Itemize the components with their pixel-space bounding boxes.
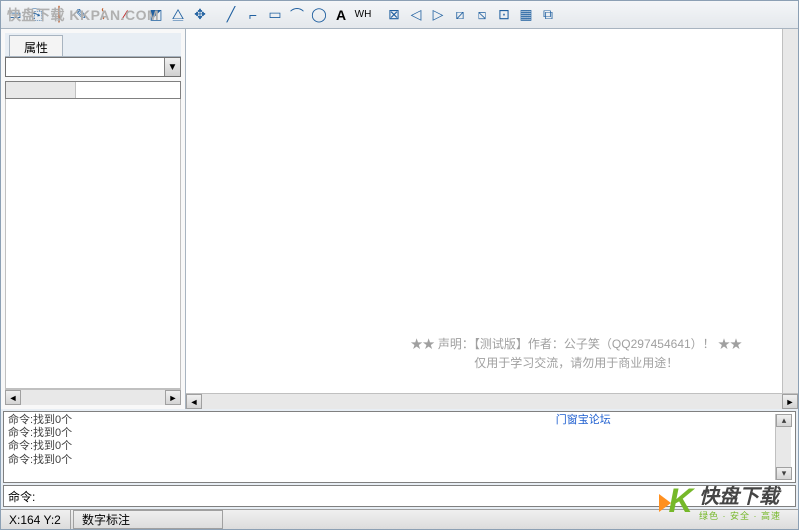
- tool-arc-icon[interactable]: ⌒: [287, 5, 307, 25]
- tool-pencil-icon[interactable]: ✎: [71, 5, 91, 25]
- console-line: 命令:找到0个: [8, 427, 392, 440]
- tab-properties[interactable]: 属性: [9, 35, 63, 56]
- tool-separator-icon[interactable]: ⎮: [49, 5, 69, 25]
- tool-flip1-icon[interactable]: ⊠: [384, 5, 404, 25]
- console-line: 命令:找到0个: [8, 440, 392, 453]
- canvas-vscroll[interactable]: [782, 29, 798, 393]
- tool-flip7-icon[interactable]: ⧉: [538, 5, 558, 25]
- tool-polyline-icon[interactable]: ⌐: [243, 5, 263, 25]
- canvas-hscroll: ◄ ►: [186, 393, 798, 409]
- property-list: [5, 99, 181, 389]
- toolbar-separator: [214, 5, 217, 25]
- canvas-msg-line2: 仅用于学习交流，请勿用于商业用途！: [411, 354, 742, 373]
- console-content: 命令:找到0个 命令:找到0个 命令:找到0个 命令:找到0个 门窗宝论坛 ▴ …: [4, 412, 795, 482]
- toolbar: 快盘下载 KKPAN.COM ▭ ⎘ ⎮ ✎ ⌇ ∕ ◩ ⧋ ✥ ╱ ⌐ ▭ ⌒…: [1, 1, 798, 29]
- tool-flip4-icon[interactable]: ⧄: [450, 5, 470, 25]
- canvas-msg-line1: ★★ 声明：【测试版】作者：公子笑（QQ297454641）！ ★★: [411, 335, 742, 354]
- forum-link[interactable]: 门窗宝论坛: [392, 414, 776, 480]
- toolbar-separator: [139, 5, 142, 25]
- property-name-cell[interactable]: [6, 82, 76, 98]
- tool-circle-icon[interactable]: ◯: [309, 5, 329, 25]
- scroll-down-icon[interactable]: ▾: [776, 467, 792, 480]
- tool-mirror-icon[interactable]: ⧋: [168, 5, 188, 25]
- console: 命令:找到0个 命令:找到0个 命令:找到0个 命令:找到0个 门窗宝论坛 ▴ …: [3, 411, 796, 483]
- middle-area: 属性 ▼ ◄ ► ★★ 声明：【测试版】作者：公子笑（QQ297454641）！…: [1, 29, 798, 409]
- status-mode: 数字标注: [73, 510, 223, 529]
- status-bar: X:164 Y:2 数字标注: [1, 509, 798, 529]
- tool-grid-icon[interactable]: ▦: [516, 5, 536, 25]
- sidebar: 属性 ▼ ◄ ►: [1, 29, 186, 409]
- property-value-cell[interactable]: [76, 82, 180, 98]
- console-output: 命令:找到0个 命令:找到0个 命令:找到0个 命令:找到0个: [8, 414, 392, 480]
- tool-line-icon[interactable]: ╱: [221, 5, 241, 25]
- sidebar-tabs: 属性: [5, 33, 181, 57]
- toolbar-separator: [377, 5, 380, 25]
- property-dropdown[interactable]: ▼: [5, 57, 181, 77]
- drawing-canvas[interactable]: ★★ 声明：【测试版】作者：公子笑（QQ297454641）！ ★★ 仅用于学习…: [186, 29, 782, 393]
- canvas-message: ★★ 声明：【测试版】作者：公子笑（QQ297454641）！ ★★ 仅用于学习…: [411, 335, 742, 373]
- console-line: 命令:找到0个: [8, 454, 392, 467]
- canvas-area: ★★ 声明：【测试版】作者：公子笑（QQ297454641）！ ★★ 仅用于学习…: [186, 29, 798, 409]
- tool-brush-icon[interactable]: ⌇: [93, 5, 113, 25]
- tool-copy-icon[interactable]: ⎘: [27, 5, 47, 25]
- tool-redline-icon[interactable]: ∕: [115, 5, 135, 25]
- tool-move-icon[interactable]: ✥: [190, 5, 210, 25]
- tool-box-icon[interactable]: ▭: [5, 5, 25, 25]
- command-line: 命令:: [3, 485, 796, 507]
- scroll-right-icon[interactable]: ►: [782, 394, 798, 409]
- scroll-right-icon[interactable]: ►: [165, 390, 181, 405]
- tool-text-icon[interactable]: A: [331, 5, 351, 25]
- tool-hatch-icon[interactable]: ◩: [146, 5, 166, 25]
- tool-dimension-icon[interactable]: WH: [353, 5, 373, 25]
- scroll-left-icon[interactable]: ◄: [186, 394, 202, 409]
- scroll-left-icon[interactable]: ◄: [5, 390, 21, 405]
- tool-flip6-icon[interactable]: ⊡: [494, 5, 514, 25]
- tool-flip2-icon[interactable]: ◁: [406, 5, 426, 25]
- tool-flip3-icon[interactable]: ▷: [428, 5, 448, 25]
- canvas-row: ★★ 声明：【测试版】作者：公子笑（QQ297454641）！ ★★ 仅用于学习…: [186, 29, 798, 393]
- property-table: [5, 81, 181, 99]
- dropdown-arrow-icon[interactable]: ▼: [164, 58, 180, 76]
- command-input[interactable]: [39, 489, 791, 503]
- tool-flip5-icon[interactable]: ⧅: [472, 5, 492, 25]
- tool-rect-icon[interactable]: ▭: [265, 5, 285, 25]
- command-label: 命令:: [8, 488, 35, 505]
- app-window: 快盘下载 KKPAN.COM ▭ ⎘ ⎮ ✎ ⌇ ∕ ◩ ⧋ ✥ ╱ ⌐ ▭ ⌒…: [0, 0, 799, 530]
- status-coords: X:164 Y:2: [1, 510, 71, 529]
- scroll-up-icon[interactable]: ▴: [776, 414, 792, 427]
- sidebar-scrollbar: ◄ ►: [5, 389, 181, 405]
- console-line: 命令:找到0个: [8, 414, 392, 427]
- console-vscroll[interactable]: ▴ ▾: [775, 414, 791, 480]
